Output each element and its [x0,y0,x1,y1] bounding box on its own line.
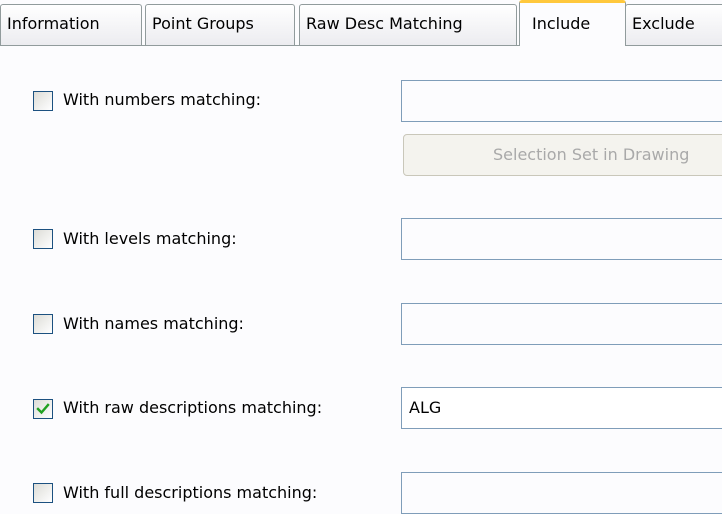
selection-set-in-drawing-button[interactable]: Selection Set in Drawing [403,134,722,176]
tab-include-label: Include [532,14,591,33]
numbers-matching-field[interactable] [401,80,722,122]
names-matching-label: With names matching: [63,314,244,333]
raw-descriptions-matching-row: With raw descriptions matching: ALG [0,387,722,429]
tab-point-groups-label: Point Groups [152,14,254,33]
tab-information-label: Information [7,14,100,33]
full-descriptions-matching-row: With full descriptions matching: [0,472,722,514]
tab-exclude-label: Exclude [632,14,695,33]
raw-descriptions-matching-checkbox[interactable] [33,399,53,419]
numbers-matching-row: With numbers matching: [0,80,722,122]
raw-descriptions-matching-field[interactable]: ALG [401,387,722,429]
tab-raw-desc-matching-label: Raw Desc Matching [306,14,463,33]
check-mark-icon [36,403,50,415]
tab-exclude[interactable]: Exclude [625,4,722,45]
tab-include[interactable]: Include [519,0,626,46]
levels-matching-checkbox[interactable] [33,229,53,249]
names-matching-checkbox[interactable] [33,314,53,334]
levels-matching-field[interactable] [401,218,722,260]
numbers-matching-label: With numbers matching: [63,90,262,109]
levels-matching-label: With levels matching: [63,229,237,248]
tab-raw-desc-matching[interactable]: Raw Desc Matching [299,4,517,45]
full-descriptions-matching-field[interactable] [401,472,722,514]
names-matching-row: With names matching: [0,303,722,345]
full-descriptions-matching-checkbox[interactable] [33,483,53,503]
full-descriptions-matching-label: With full descriptions matching: [63,483,318,502]
tab-bar: Information Point Groups Raw Desc Matchi… [0,0,722,46]
numbers-matching-checkbox[interactable] [33,91,53,111]
raw-descriptions-matching-label: With raw descriptions matching: [63,398,323,417]
levels-matching-row: With levels matching: [0,218,722,260]
names-matching-field[interactable] [401,303,722,345]
tab-information[interactable]: Information [0,4,142,45]
tab-point-groups[interactable]: Point Groups [145,4,295,45]
